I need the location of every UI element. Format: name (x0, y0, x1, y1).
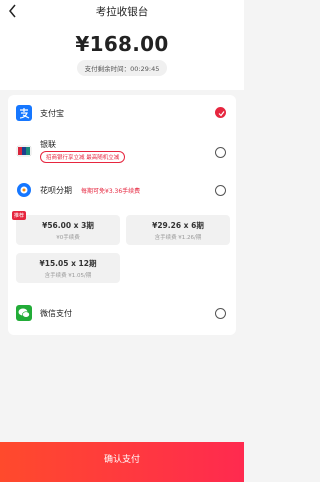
alipay-radio[interactable] (215, 107, 226, 118)
installment-plan-3[interactable]: 推荐 ¥56.00 x 3期 ¥0手续费 (12, 211, 120, 245)
unionpay-icon (16, 143, 32, 159)
installment-plan-6[interactable]: ¥29.26 x 6期 含手续费 ¥1.26/期 (126, 215, 230, 245)
huabei-promo: 每期可免¥3.36手续费 (81, 188, 141, 195)
confirm-payment-button[interactable]: 确认支付 (0, 442, 244, 482)
unionpay-promo-chip: 招商银行享立减 最高随机立减 (40, 151, 126, 163)
installment-sub: ¥0手续费 (56, 235, 80, 241)
payment-methods-card: 支付宝 银联 招商银行享立减 最高随机立减 花呗分期 每期可免¥3.36手续费 … (8, 95, 236, 335)
recommend-badge: 推荐 (12, 211, 27, 220)
order-summary: ¥168.00 支付剩余时间：00:29:45 (0, 22, 244, 90)
payment-method-huabei[interactable]: 花呗分期 每期可免¥3.36手续费 (8, 179, 236, 201)
installment-main: ¥29.26 x 6期 (152, 221, 204, 230)
alipay-icon (16, 105, 32, 121)
order-amount: ¥168.00 (75, 32, 169, 56)
wechat-icon (16, 305, 32, 321)
payment-method-wechat[interactable]: 微信支付 (8, 301, 236, 327)
installment-main: ¥15.05 x 12期 (39, 259, 97, 268)
huabei-label: 花呗分期 (40, 186, 72, 195)
unionpay-label: 银联 (40, 140, 56, 149)
huabei-radio[interactable] (215, 185, 226, 196)
top-bar: 考拉收银台 (0, 0, 244, 22)
alipay-label: 支付宝 (40, 109, 64, 118)
huabei-icon (16, 182, 32, 198)
wechat-label: 微信支付 (40, 309, 72, 318)
installment-plan-12[interactable]: ¥15.05 x 12期 含手续费 ¥1.05/期 (16, 253, 120, 283)
payment-method-alipay[interactable]: 支付宝 (8, 95, 236, 131)
payment-countdown: 支付剩余时间：00:29:45 (76, 60, 168, 76)
installment-main: ¥56.00 x 3期 (42, 221, 94, 230)
payment-method-unionpay[interactable]: 银联 招商银行享立减 最高随机立减 (8, 133, 236, 173)
installment-sub: 含手续费 ¥1.05/期 (44, 273, 92, 279)
installment-sub: 含手续费 ¥1.26/期 (154, 235, 202, 241)
wechat-radio[interactable] (215, 308, 226, 319)
page-title: 考拉收银台 (95, 6, 149, 18)
unionpay-radio[interactable] (215, 147, 226, 158)
